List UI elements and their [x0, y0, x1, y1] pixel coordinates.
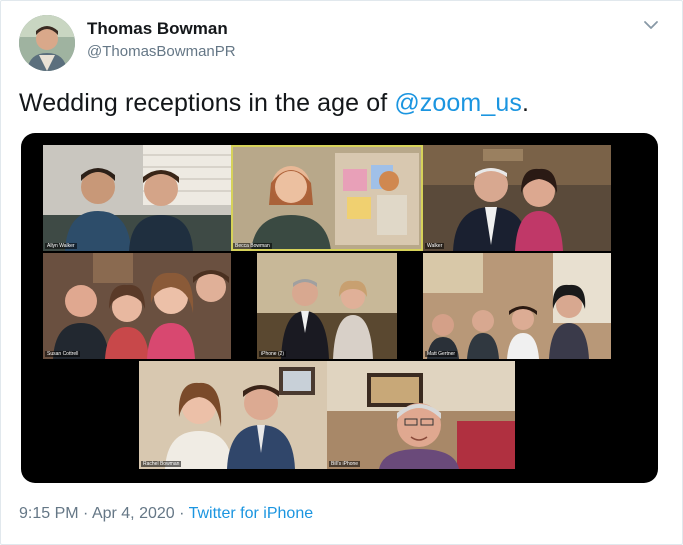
- zoom-tile: Bill's iPhone: [327, 361, 515, 469]
- tweet-text-suffix: .: [521, 89, 529, 117]
- author-handle[interactable]: @ThomasBowmanPR: [87, 43, 236, 60]
- zoom-tile: Rachel Bowman: [139, 361, 327, 469]
- tweet-source-link[interactable]: Twitter for iPhone: [189, 505, 314, 522]
- zoom-tile: Susan Cottrell: [43, 253, 231, 359]
- tweet-text-prefix: Wedding receptions in the age of: [19, 89, 395, 117]
- tile-label: Becca Bowman: [233, 243, 272, 249]
- zoom-tile: Allyn Walker: [43, 145, 231, 251]
- tile-label: Rachel Bowman: [141, 461, 182, 467]
- meta-separator: ·: [174, 505, 189, 522]
- tile-label: Walker: [425, 243, 445, 249]
- tile-label: Matt Gertner: [425, 351, 458, 357]
- tweet-meta: 9:15 PM · Apr 4, 2020 · Twitter for iPho…: [19, 505, 313, 523]
- tile-label: iPhone (2): [259, 351, 287, 357]
- chevron-down-icon[interactable]: [641, 15, 661, 35]
- tweet-text: Wedding receptions in the age of @zoom_u…: [19, 89, 529, 118]
- zoom-tile-active-speaker: Becca Bowman: [231, 145, 423, 251]
- tweet-time[interactable]: 9:15 PM: [19, 505, 79, 522]
- tweet-date[interactable]: Apr 4, 2020: [92, 505, 175, 522]
- author-name[interactable]: Thomas Bowman: [87, 19, 228, 39]
- zoom-tile: Matt Gertner: [423, 253, 611, 359]
- zoom-tile: iPhone (2): [257, 253, 397, 359]
- zoom-screenshot[interactable]: Allyn Walker Becca Bowman Walker Susan C…: [21, 133, 658, 483]
- author-avatar[interactable]: [19, 15, 75, 71]
- mention-link[interactable]: @zoom_us: [394, 89, 522, 117]
- tweet-card: Thomas Bowman @ThomasBowmanPR Wedding re…: [0, 0, 683, 545]
- tile-label: Susan Cottrell: [45, 351, 81, 357]
- tile-label: Bill's iPhone: [329, 461, 361, 467]
- tile-label: Allyn Walker: [45, 243, 77, 249]
- meta-separator: ·: [78, 505, 92, 522]
- zoom-tile: Walker: [423, 145, 611, 251]
